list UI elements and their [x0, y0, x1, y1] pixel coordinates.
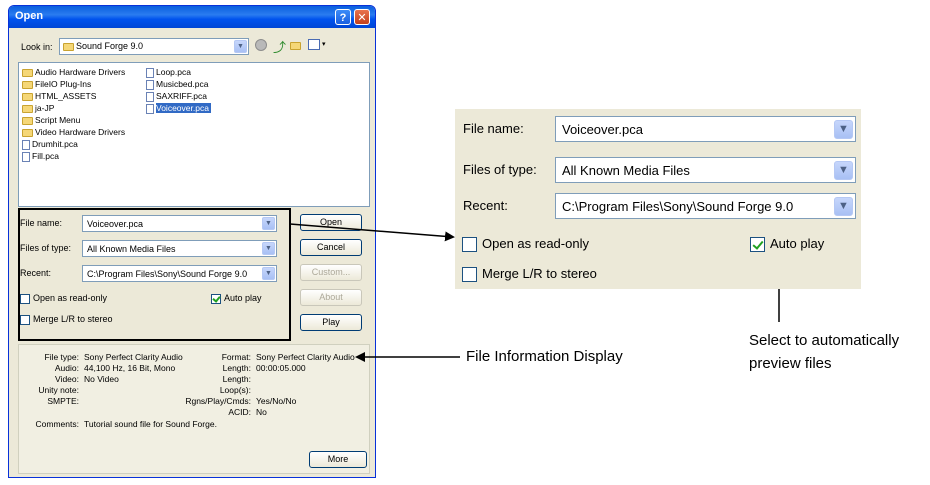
chevron-down-icon[interactable]: ▼: [834, 120, 853, 139]
chevron-down-icon[interactable]: ▼: [834, 197, 853, 216]
zoomed-options-panel: File name: Voiceover.pca ▼ Files of type…: [455, 109, 861, 289]
checkbox-checked[interactable]: [750, 237, 765, 253]
zoom-recent-label: Recent:: [463, 198, 508, 213]
zoom-open-read-only-checkbox[interactable]: Open as read-only: [462, 236, 589, 253]
file-info-callout: File Information Display: [466, 348, 623, 365]
zoom-arrow: [289, 223, 455, 242]
zoom-file-name-combo[interactable]: Voiceover.pca ▼: [555, 116, 856, 142]
zoom-files-of-type-value: All Known Media Files: [562, 163, 690, 178]
auto-play-callout-line1: Select to automatically: [749, 332, 900, 349]
chevron-down-icon[interactable]: ▼: [834, 161, 853, 180]
checkbox-box[interactable]: [462, 237, 477, 253]
checkbox-box[interactable]: [462, 267, 477, 283]
zoom-files-of-type-label: Files of type:: [463, 162, 537, 177]
zoom-file-name-label: File name:: [463, 121, 524, 136]
zoom-recent-combo[interactable]: C:\Program Files\Sony\Sound Forge 9.0 ▼: [555, 193, 856, 219]
zoom-files-of-type-combo[interactable]: All Known Media Files ▼: [555, 157, 856, 183]
auto-play-callout-line2: preview files: [749, 355, 832, 372]
zoom-merge-stereo-checkbox[interactable]: Merge L/R to stereo: [462, 266, 597, 283]
zoom-auto-play-checkbox[interactable]: Auto play: [750, 236, 824, 253]
zoom-recent-value: C:\Program Files\Sony\Sound Forge 9.0: [562, 199, 794, 214]
zoom-file-name-value: Voiceover.pca: [562, 122, 643, 137]
